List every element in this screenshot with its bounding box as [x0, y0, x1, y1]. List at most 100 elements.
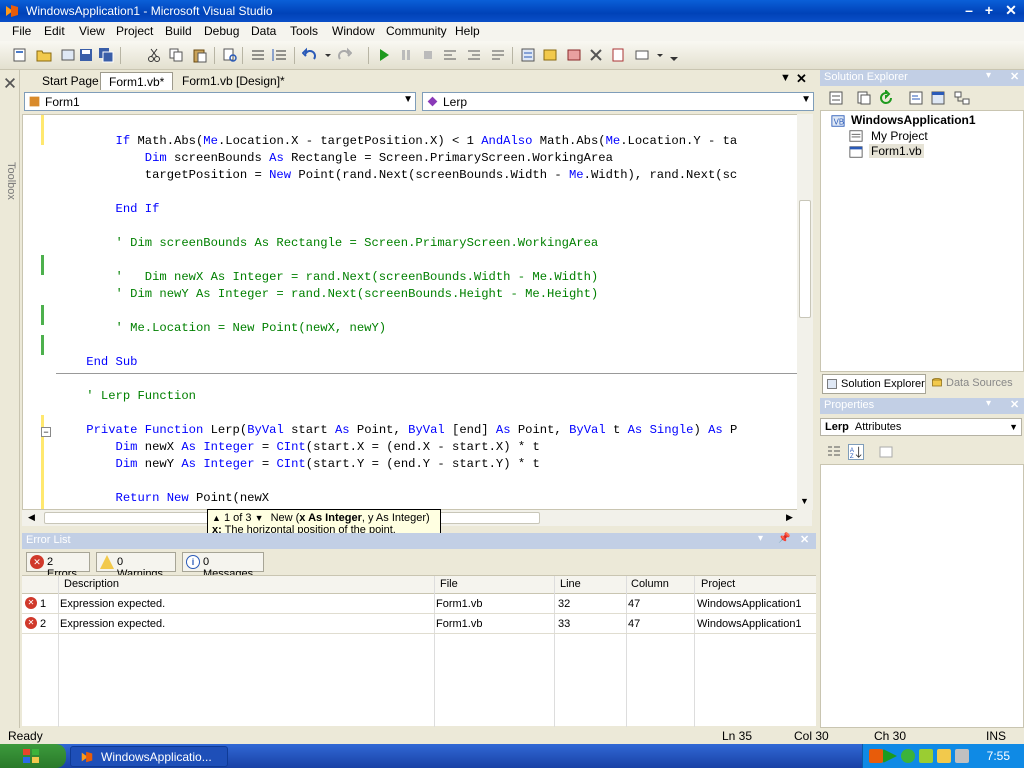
errors-filter-button[interactable]: ✕ 2 Errors	[26, 552, 90, 580]
tab-data-sources[interactable]: Data Sources	[928, 374, 1022, 394]
redo-icon[interactable]	[336, 47, 352, 63]
menu-file[interactable]: File	[12, 24, 31, 38]
tray-play-icon[interactable]	[883, 749, 897, 763]
undo-icon[interactable]	[302, 47, 318, 63]
code-line[interactable]: Dim newX As Integer = CInt(start.X = (en…	[57, 439, 540, 456]
collapse-region-icon[interactable]: −	[41, 427, 51, 437]
window-icon[interactable]	[634, 47, 650, 63]
open-folder-icon[interactable]	[36, 47, 52, 63]
col-line[interactable]: Line	[560, 576, 581, 592]
new-project-icon[interactable]	[12, 47, 28, 63]
col-column[interactable]: Column	[631, 576, 669, 592]
toolbox-tools-icon[interactable]	[3, 76, 17, 90]
tab-form1-design[interactable]: Form1.vb [Design]*	[174, 72, 293, 90]
overload-down-icon[interactable]: ▼	[255, 513, 264, 523]
tray-app-icon[interactable]	[869, 749, 883, 763]
tab-start-page[interactable]: Start Page	[34, 72, 107, 90]
error-row[interactable]: ✕ 2 Expression expected. Form1.vb 33 47 …	[22, 614, 816, 634]
window-position-icon[interactable]: ▾	[758, 533, 763, 544]
code-line[interactable]: End If	[57, 201, 160, 218]
tray-security-icon[interactable]	[901, 749, 915, 763]
menu-view[interactable]: View	[79, 24, 105, 38]
toolbar-overflow-icon[interactable]	[666, 47, 682, 63]
copy-icon[interactable]	[168, 47, 184, 63]
close-document-icon[interactable]: ✕	[796, 71, 807, 87]
code-line[interactable]: If Math.Abs(Me.Location.X - targetPositi…	[57, 133, 738, 150]
object-browser-icon[interactable]	[566, 47, 582, 63]
break-all-icon[interactable]	[398, 47, 414, 63]
maximize-button[interactable]: +	[980, 2, 998, 19]
toolbox-label[interactable]: Toolbox	[3, 162, 17, 200]
solution-explorer-icon[interactable]	[520, 47, 536, 63]
toolbox-strip[interactable]: Toolbox	[0, 70, 20, 730]
view-code-icon[interactable]	[908, 90, 924, 106]
messages-filter-button[interactable]: i 0 Messages	[182, 552, 264, 580]
code-line[interactable]: Dim screenBounds As Rectangle = Screen.P…	[57, 150, 613, 167]
undo-dropdown-icon[interactable]	[320, 47, 336, 63]
tray-network-icon[interactable]	[919, 749, 933, 763]
alphabetical-icon[interactable]: AZ	[848, 444, 864, 460]
stop-debugging-icon[interactable]	[420, 47, 436, 63]
add-item-icon[interactable]	[60, 47, 76, 63]
properties-icon[interactable]	[828, 90, 844, 106]
code-editor[interactable]: − If Math.Abs(Me.Location.X - targetPosi…	[22, 114, 812, 510]
code-line[interactable]: ' Dim newY As Integer = rand.Next(screen…	[57, 286, 599, 303]
col-file[interactable]: File	[440, 576, 458, 592]
menu-tools[interactable]: Tools	[290, 24, 318, 38]
menu-help[interactable]: Help	[455, 24, 480, 38]
menu-build[interactable]: Build	[165, 24, 192, 38]
code-line[interactable]: targetPosition = New Point(rand.Next(scr…	[57, 167, 737, 184]
tab-dropdown-icon[interactable]: ▼	[780, 72, 791, 84]
col-description[interactable]: Description	[64, 576, 119, 592]
tray-tools-icon[interactable]	[955, 749, 969, 763]
cut-icon[interactable]	[146, 47, 162, 63]
code-line[interactable]: Private Function Lerp(ByVal start As Poi…	[57, 422, 737, 439]
code-line[interactable]: ' Dim screenBounds As Rectangle = Screen…	[57, 235, 599, 252]
chevron-down-icon[interactable]: ▼	[801, 94, 811, 105]
code-line[interactable]: End Sub	[57, 354, 137, 371]
show-all-files-icon[interactable]	[856, 90, 872, 106]
find-in-files-icon[interactable]	[222, 47, 238, 63]
title-bar[interactable]: WindowsApplication1 - Microsoft Visual S…	[0, 0, 1024, 22]
close-panel-icon[interactable]: ✕	[1010, 70, 1019, 83]
start-page-icon[interactable]	[610, 47, 626, 63]
tree-item-root[interactable]: WindowsApplication1	[851, 113, 976, 127]
chevron-down-icon[interactable]: ▼	[403, 94, 413, 105]
window-position-icon[interactable]: ▾	[986, 70, 991, 81]
comment-lines-icon[interactable]	[250, 47, 266, 63]
menu-project[interactable]: Project	[116, 24, 153, 38]
class-combo[interactable]: Form1 ▼	[24, 92, 416, 111]
chevron-down-icon[interactable]: ▼	[1009, 422, 1018, 432]
tab-form1-code[interactable]: Form1.vb*	[100, 72, 174, 90]
editor-vertical-scrollbar[interactable]: ▼	[797, 114, 813, 510]
properties-window-icon[interactable]	[542, 47, 558, 63]
tray-speaker-icon[interactable]	[937, 749, 951, 763]
tree-item-my-project[interactable]: My Project	[871, 129, 928, 143]
code-line[interactable]: Return New Point(newX	[57, 490, 270, 507]
uncomment-lines-icon[interactable]	[272, 47, 288, 63]
auto-hide-pin-icon[interactable]: 📌	[778, 533, 790, 544]
step-over-icon[interactable]	[466, 47, 482, 63]
overload-up-icon[interactable]: ▲	[212, 513, 221, 523]
code-line[interactable]: Dim newY As Integer = CInt(start.Y = (en…	[57, 456, 540, 473]
categorized-icon[interactable]	[826, 444, 842, 460]
menu-debug[interactable]: Debug	[204, 24, 239, 38]
code-line[interactable]: ' Lerp Function	[57, 388, 196, 405]
minimize-button[interactable]: –	[960, 2, 978, 19]
col-project[interactable]: Project	[701, 576, 735, 592]
tree-item-form1[interactable]: Form1.vb	[869, 144, 924, 158]
close-panel-icon[interactable]: ✕	[1010, 398, 1019, 411]
tab-solution-explorer[interactable]: Solution Explorer	[822, 374, 926, 394]
property-pages-icon[interactable]	[878, 444, 894, 460]
menu-edit[interactable]: Edit	[44, 24, 65, 38]
close-panel-icon[interactable]: ✕	[800, 533, 809, 546]
close-button[interactable]: ✕	[1002, 2, 1020, 19]
view-designer-icon[interactable]	[930, 90, 946, 106]
class-diagram-icon[interactable]	[954, 90, 970, 106]
window-position-icon[interactable]: ▾	[986, 398, 991, 409]
properties-object-combo[interactable]: Lerp Attributes ▼	[820, 418, 1022, 436]
code-line[interactable]: ' Me.Location = New Point(newX, newY)	[57, 320, 387, 337]
code-line[interactable]: ' Dim newX As Integer = rand.Next(screen…	[57, 269, 599, 286]
warnings-filter-button[interactable]: 0 Warnings	[96, 552, 176, 580]
paste-icon[interactable]	[192, 47, 208, 63]
